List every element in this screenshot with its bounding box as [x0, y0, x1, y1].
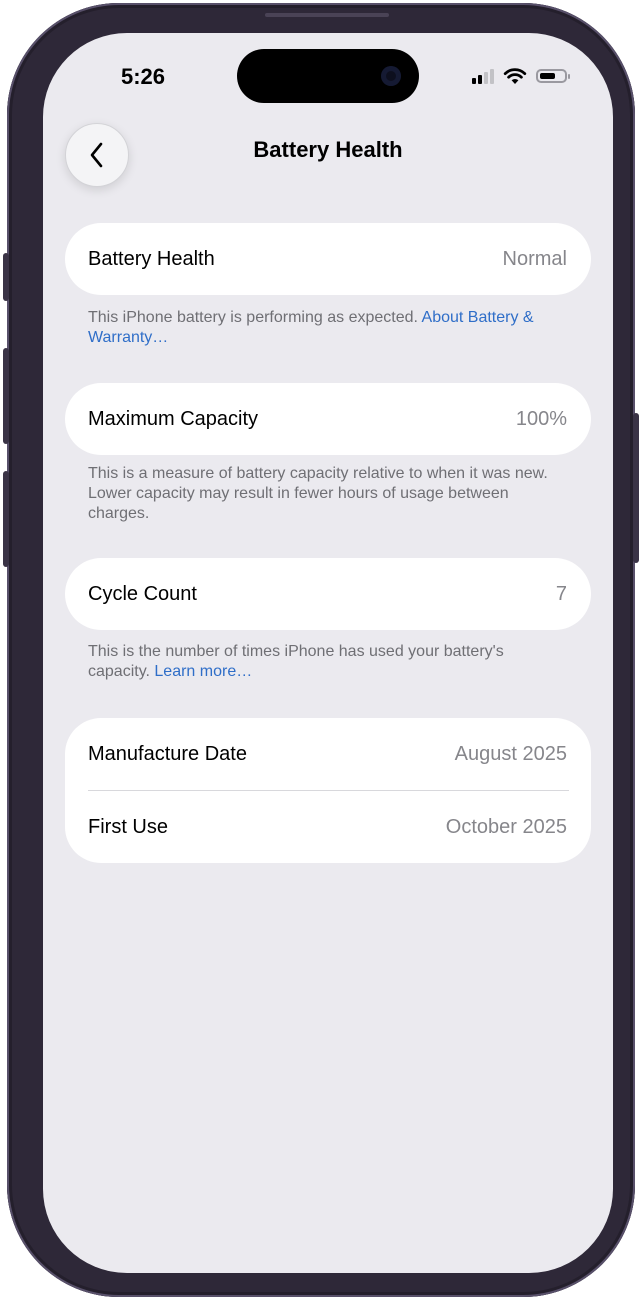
dates-card: Manufacture Date August 2025 First Use O… — [65, 718, 591, 863]
phone-frame: 5:26 Battery Health Battery Health Norma… — [3, 3, 639, 1297]
battery-health-label: Battery Health — [88, 247, 215, 270]
battery-health-row: Battery Health Normal — [65, 223, 591, 295]
status-icons — [472, 67, 570, 85]
manufacture-date-value: August 2025 — [454, 742, 567, 765]
first-use-label: First Use — [88, 815, 168, 838]
battery-health-card: Battery Health Normal — [65, 223, 591, 295]
cycle-count-label: Cycle Count — [88, 582, 197, 605]
maximum-capacity-value: 100% — [515, 407, 567, 430]
cellular-signal-icon — [472, 68, 494, 84]
cycle-count-card: Cycle Count 7 — [65, 558, 591, 630]
battery-health-note: This iPhone battery is performing as exp… — [88, 308, 570, 348]
page-title: Battery Health — [253, 137, 403, 162]
battery-icon — [536, 69, 570, 83]
first-use-row: First Use October 2025 — [65, 791, 591, 863]
power-button — [633, 413, 639, 563]
battery-health-value: Normal — [502, 247, 567, 270]
volume-down-button — [3, 471, 9, 567]
manufacture-date-row: Manufacture Date August 2025 — [65, 718, 591, 790]
maximum-capacity-note: This is a measure of battery capacity re… — [88, 465, 548, 522]
cycle-count-value: 7 — [555, 582, 567, 605]
battery-health-note-text: This iPhone battery is performing as exp… — [88, 309, 422, 326]
learn-more-link[interactable]: Learn more… — [154, 663, 252, 680]
manufacture-date-label: Manufacture Date — [88, 742, 247, 765]
status-time: 5:26 — [121, 64, 166, 89]
screen: 5:26 Battery Health Battery Health Norma… — [43, 33, 613, 1273]
maximum-capacity-label: Maximum Capacity — [88, 407, 259, 430]
volume-up-button — [3, 348, 9, 444]
front-camera — [381, 66, 401, 86]
speaker-line — [265, 13, 389, 17]
cycle-count-row: Cycle Count 7 — [65, 558, 591, 630]
maximum-capacity-row: Maximum Capacity 100% — [65, 383, 591, 455]
maximum-capacity-card: Maximum Capacity 100% — [65, 383, 591, 455]
dynamic-island — [237, 49, 419, 103]
action-button — [3, 253, 9, 301]
wifi-icon — [503, 68, 527, 84]
first-use-value: October 2025 — [445, 815, 567, 838]
cycle-count-note: This is the number of times iPhone has u… — [88, 642, 570, 682]
cycle-count-note-text: This is the number of times iPhone has u… — [88, 643, 504, 680]
